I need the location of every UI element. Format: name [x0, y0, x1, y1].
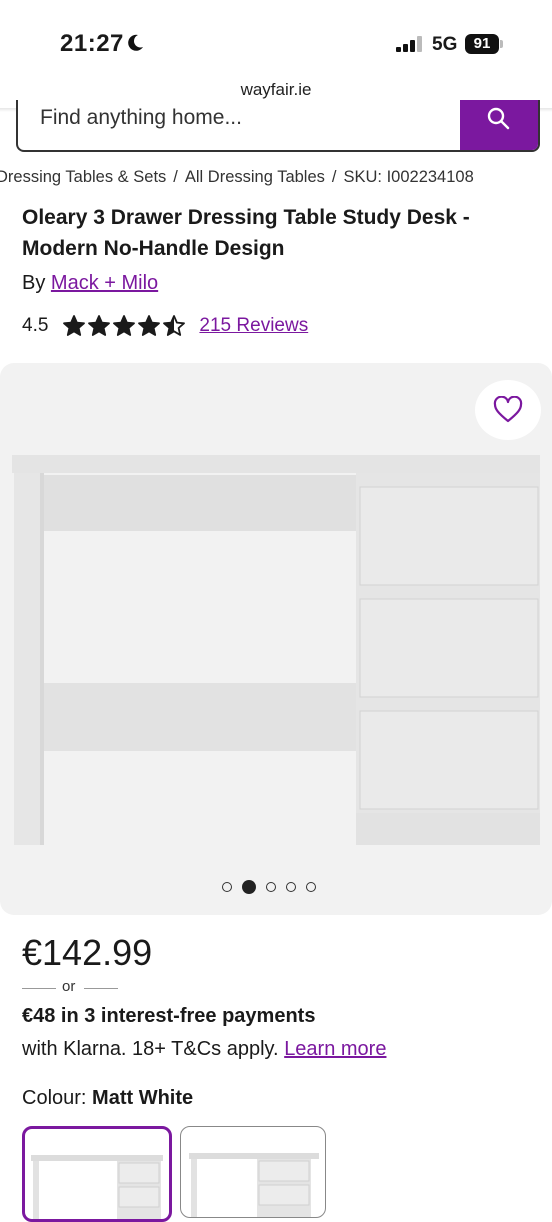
- battery-tip: [500, 40, 503, 48]
- pagination-dot[interactable]: [222, 882, 232, 892]
- brand-link[interactable]: Mack + Milo: [51, 272, 158, 294]
- colour-swatch-selected[interactable]: [22, 1126, 172, 1222]
- search-button[interactable]: [460, 100, 538, 150]
- star-rating: [62, 314, 187, 338]
- or-label: or: [62, 978, 76, 995]
- heart-icon: [493, 396, 523, 423]
- breadcrumb-item[interactable]: Dressing Tables & Sets: [0, 168, 166, 186]
- product-title: Oleary 3 Drawer Dressing Table Study Des…: [22, 206, 470, 260]
- or-divider: or: [22, 978, 118, 998]
- rating-value: 4.5: [22, 315, 49, 336]
- pagination-dot[interactable]: [306, 882, 316, 892]
- pagination-dot[interactable]: [286, 882, 296, 892]
- reviews-link[interactable]: 215 Reviews: [199, 315, 308, 337]
- clock: 21:27: [60, 30, 124, 57]
- star-full-icon: [88, 315, 111, 336]
- by-label: By: [22, 272, 46, 294]
- colour-label: Colour:: [22, 1087, 87, 1109]
- gallery-pagination: [222, 880, 326, 894]
- sku-label: SKU: I002234108: [343, 168, 474, 186]
- search-input[interactable]: Find anything home...: [40, 106, 242, 130]
- product-price: €142.99: [22, 932, 153, 973]
- klarna-terms: with Klarna. 18+ T&Cs apply. Learn more: [22, 1038, 386, 1061]
- moon-icon: [128, 34, 143, 51]
- colour-option: Colour: Matt White: [22, 1087, 193, 1110]
- product-image-gallery[interactable]: [0, 363, 552, 915]
- star-full-icon: [113, 315, 136, 336]
- star-full-icon: [138, 315, 161, 336]
- colour-swatch[interactable]: [180, 1126, 326, 1218]
- swatch-image: [189, 1153, 319, 1217]
- divider: [22, 988, 56, 989]
- klarna-offer: €48 in 3 interest-free payments: [22, 1005, 316, 1027]
- favorite-button[interactable]: [475, 380, 541, 440]
- rating-row: 4.5 215 Reviews: [22, 312, 308, 340]
- search-bar[interactable]: Find anything home...: [16, 100, 540, 152]
- product-image: [12, 455, 540, 845]
- breadcrumb-separator: /: [173, 168, 178, 186]
- divider: [84, 988, 118, 989]
- status-bar: 21:27 5G 91: [0, 0, 552, 86]
- brand-byline: By Mack + Milo: [22, 272, 158, 295]
- learn-more-link[interactable]: Learn more: [284, 1038, 386, 1060]
- breadcrumb: Dressing Tables & Sets / All Dressing Tabl…: [0, 168, 552, 187]
- pagination-dot[interactable]: [266, 882, 276, 892]
- pagination-dot-active[interactable]: [242, 880, 256, 894]
- breadcrumb-item[interactable]: All Dressing Tables: [185, 168, 325, 186]
- colour-value: Matt White: [92, 1087, 194, 1109]
- battery-icon: 91: [465, 34, 499, 54]
- star-half-icon: [163, 315, 186, 336]
- signal-icon: [396, 36, 422, 52]
- klarna-terms-text: with Klarna. 18+ T&Cs apply.: [22, 1038, 279, 1060]
- search-icon: [487, 107, 510, 130]
- breadcrumb-separator: /: [331, 168, 337, 186]
- star-full-icon: [63, 315, 86, 336]
- swatch-image: [31, 1155, 163, 1219]
- network-label: 5G: [432, 34, 458, 55]
